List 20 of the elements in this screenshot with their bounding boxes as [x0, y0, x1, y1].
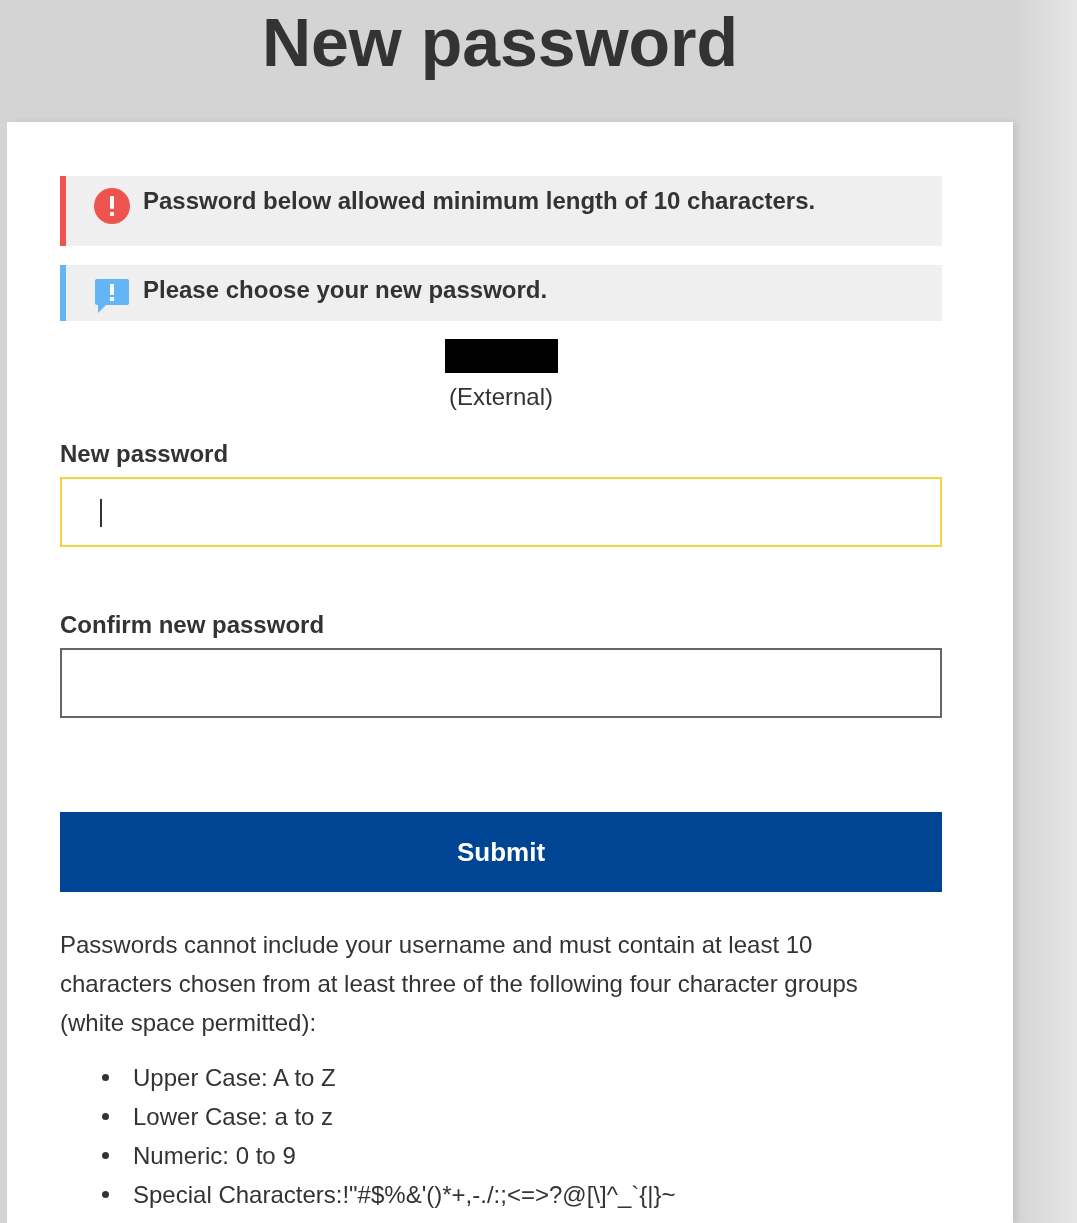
rule-item: Special Characters:!"#$%&'()*+,-./:;<=>?@[\]^_`{|}~: [133, 1180, 676, 1209]
page-title: New password: [261, 3, 739, 82]
alert-text: Please choose your new password.: [143, 275, 548, 305]
field-label: New password: [60, 439, 230, 469]
rules-text: Passwords cannot include your username and must contain at least 10 characters chosen from at least three of the following four character groups (white space permitted):: [60, 930, 859, 1038]
password-field[interactable]: [60, 648, 942, 718]
rule-item: Upper Case: A to Z: [133, 1063, 336, 1092]
rule-item: Numeric: 0 to 9: [133, 1141, 296, 1170]
bullet-icon: [102, 1113, 109, 1120]
alert-text: Password below allowed minimum length of 10 characters.: [143, 186, 816, 216]
rule-item: Lower Case: a to z: [133, 1102, 334, 1131]
submit-button[interactable]: Submit: [60, 812, 942, 892]
error-icon: [94, 188, 130, 224]
message-icon: [94, 277, 130, 313]
bullet-icon: [102, 1074, 109, 1081]
field-label: Confirm new password: [60, 610, 326, 640]
account-note: (External): [449, 382, 553, 412]
text-cursor: [100, 499, 102, 527]
bullet-icon: [102, 1191, 109, 1198]
bullet-icon: [102, 1152, 109, 1159]
